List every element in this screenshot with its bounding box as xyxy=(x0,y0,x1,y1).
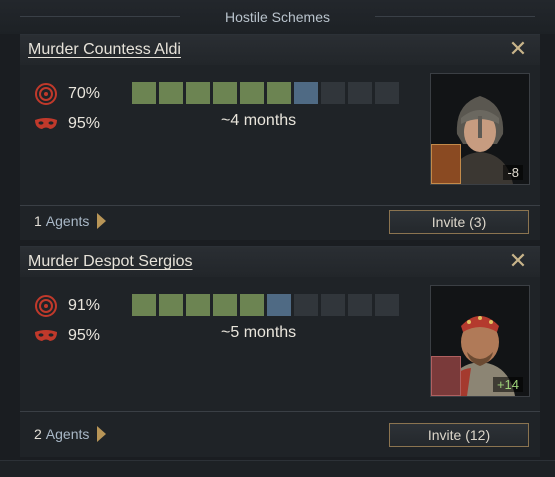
progress-segment xyxy=(159,82,183,104)
target-icon xyxy=(34,83,58,105)
scheme-eta: ~4 months xyxy=(221,112,297,129)
progress-segment xyxy=(213,294,237,316)
mask-icon xyxy=(34,325,58,347)
target-portrait[interactable]: -8 xyxy=(430,73,530,185)
progress-segment xyxy=(321,82,345,104)
scheme-card-2: Murder Despot Sergios ✕ 91% 95% ~5 month… xyxy=(20,246,540,457)
header-title: Hostile Schemes xyxy=(224,9,331,25)
scheme-progress-bar xyxy=(132,82,399,104)
scheme-card-1: Murder Countess Aldi ✕ 70% 95% ~4 months… xyxy=(20,34,540,240)
card-divider xyxy=(20,411,540,412)
agents-count: 2 xyxy=(34,426,42,442)
progress-segment xyxy=(132,82,156,104)
progress-segment xyxy=(267,82,291,104)
scheme-title-bar: Murder Despot Sergios ✕ xyxy=(20,247,540,277)
agents-count: 1 xyxy=(34,213,42,229)
close-icon[interactable]: ✕ xyxy=(508,38,528,60)
hostile-schemes-header: Hostile Schemes xyxy=(0,0,555,34)
secrecy-row: 95% xyxy=(34,325,100,347)
progress-segment xyxy=(213,82,237,104)
agents-label: Agents xyxy=(45,213,90,229)
invite-button[interactable]: Invite (3) xyxy=(389,210,529,234)
header-divider-right xyxy=(375,16,535,17)
agents-link[interactable]: 2 Agents xyxy=(34,426,107,442)
progress-segment xyxy=(267,294,291,316)
header-divider-left xyxy=(20,16,180,17)
scheme-title-bar: Murder Countess Aldi ✕ xyxy=(20,35,540,65)
progress-segment xyxy=(186,294,210,316)
arrow-right-icon xyxy=(97,213,107,229)
success-chance-value: 70% xyxy=(68,85,101,102)
agents-link[interactable]: 1 Agents xyxy=(34,213,107,229)
scheme-title[interactable]: Murder Countess Aldi xyxy=(28,41,181,59)
secrecy-row: 95% xyxy=(34,113,100,135)
success-chance-row: 91% xyxy=(34,295,100,317)
opinion-value: -8 xyxy=(503,165,523,180)
scheme-eta: ~5 months xyxy=(221,324,297,341)
progress-segment xyxy=(348,82,372,104)
progress-segment xyxy=(348,294,372,316)
progress-segment xyxy=(294,82,318,104)
arrow-right-icon xyxy=(97,426,107,442)
success-chance-value: 91% xyxy=(68,297,101,314)
progress-segment xyxy=(159,294,183,316)
progress-segment xyxy=(240,294,264,316)
progress-segment xyxy=(375,82,399,104)
agents-label: Agents xyxy=(45,426,90,442)
progress-segment xyxy=(321,294,345,316)
progress-segment xyxy=(294,294,318,316)
scheme-progress-bar xyxy=(132,294,399,316)
progress-segment xyxy=(186,82,210,104)
mask-icon xyxy=(34,113,58,135)
trait-badge[interactable] xyxy=(431,356,461,396)
secrecy-value: 95% xyxy=(68,115,101,132)
progress-segment xyxy=(375,294,399,316)
progress-segment xyxy=(240,82,264,104)
target-portrait[interactable]: +14 xyxy=(430,285,530,397)
trait-badge[interactable] xyxy=(431,144,461,184)
secrecy-value: 95% xyxy=(68,327,101,344)
success-chance-row: 70% xyxy=(34,83,100,105)
opinion-value: +14 xyxy=(492,377,523,392)
target-icon xyxy=(34,295,58,317)
scheme-title[interactable]: Murder Despot Sergios xyxy=(28,253,193,271)
next-section-header xyxy=(0,460,555,477)
invite-button[interactable]: Invite (12) xyxy=(389,423,529,447)
progress-segment xyxy=(132,294,156,316)
close-icon[interactable]: ✕ xyxy=(508,250,528,272)
card-divider xyxy=(20,205,540,206)
